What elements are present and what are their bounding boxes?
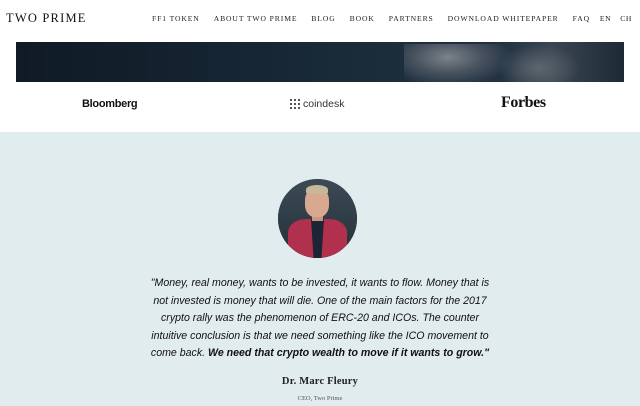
bloomberg-logo[interactable]: Bloomberg	[82, 98, 138, 110]
avatar	[278, 179, 357, 258]
coindesk-mark-icon	[290, 99, 300, 109]
brand-logo[interactable]: TWO PRIME	[6, 11, 87, 26]
language-switcher: EN CH	[600, 14, 632, 23]
lang-en[interactable]: EN	[600, 14, 611, 23]
press-logos: Bloomberg coindesk Forbes	[0, 82, 640, 132]
mountain-shape-2	[494, 42, 584, 82]
nav-item-download-whitepaper[interactable]: DOWNLOAD WHITEPAPER	[448, 14, 559, 23]
testimonial-quote: "Money, real money, wants to be invested…	[148, 275, 492, 363]
author-role: CEO, Two Prime	[297, 395, 343, 402]
quote-emphasis: We need that crypto wealth to move if it…	[208, 347, 490, 360]
hero-image	[16, 42, 624, 82]
coindesk-logo-text: coindesk	[303, 98, 345, 110]
nav-item-ff1-token[interactable]: FF1 TOKEN	[152, 14, 200, 23]
main-nav: FF1 TOKEN ABOUT TWO PRIME BLOG BOOK PART…	[152, 14, 590, 23]
nav-item-about[interactable]: ABOUT TWO PRIME	[214, 14, 298, 23]
author-name: Dr. Marc Fleury	[281, 376, 359, 387]
nav-item-blog[interactable]: BLOG	[311, 14, 335, 23]
site-header: TWO PRIME FF1 TOKEN ABOUT TWO PRIME BLOG…	[0, 0, 640, 42]
testimonial-section: "Money, real money, wants to be invested…	[0, 132, 640, 406]
forbes-logo[interactable]: Forbes	[501, 94, 546, 112]
nav-item-book[interactable]: BOOK	[350, 14, 375, 23]
nav-item-partners[interactable]: PARTNERS	[389, 14, 434, 23]
lang-ch[interactable]: CH	[620, 14, 632, 23]
nav-item-faq[interactable]: FAQ	[573, 14, 590, 23]
coindesk-logo[interactable]: coindesk	[290, 98, 344, 110]
